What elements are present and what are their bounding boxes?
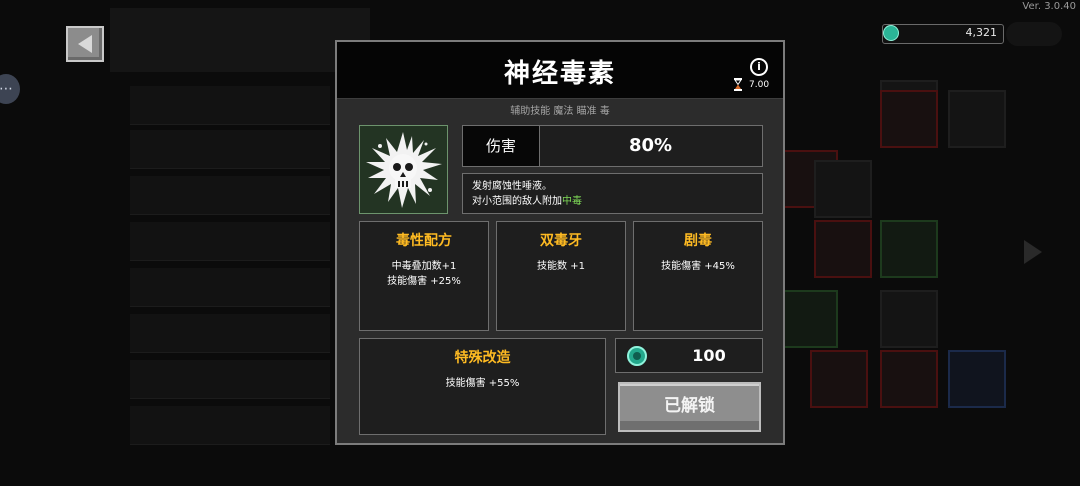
background-skill-grid xyxy=(780,80,1040,420)
background-tile xyxy=(948,350,1006,408)
gem-icon xyxy=(883,25,899,41)
skull-splash-icon xyxy=(366,132,442,208)
modal-header: 神经毒素 i 7.00 xyxy=(337,42,783,99)
background-tile xyxy=(810,350,868,408)
next-page-arrow-icon[interactable] xyxy=(1024,240,1042,264)
damage-label: 伤害 xyxy=(463,126,540,166)
upgrade-title: 特殊改造 xyxy=(454,350,511,366)
upgrade-title: 双毒牙 xyxy=(540,233,582,249)
background-row xyxy=(130,314,330,353)
upgrade-card-3[interactable]: 剧毒 技能傷害 +45% xyxy=(633,221,763,331)
background-tile xyxy=(948,90,1006,148)
hourglass-icon xyxy=(734,78,742,91)
background-row xyxy=(130,406,330,445)
currency-counter: 4,321 xyxy=(882,24,1004,44)
currency-amount: 4,321 xyxy=(965,26,998,39)
skill-title: 神经毒素 xyxy=(503,59,616,89)
info-icon[interactable]: i xyxy=(750,58,768,76)
unlock-cost: 100 xyxy=(615,338,763,373)
background-row xyxy=(130,360,330,399)
cost-value: 100 xyxy=(692,346,726,365)
damage-value: 80% xyxy=(628,135,673,156)
background-tile xyxy=(814,160,872,218)
background-tile xyxy=(814,220,872,278)
poison-keyword: 中毒 xyxy=(562,196,582,207)
cooldown-value: 7.00 xyxy=(749,80,770,90)
description-line-1: 发射腐蚀性唾液。 xyxy=(472,181,552,192)
description-line-2: 对小范围的敌人附加中毒 xyxy=(472,194,753,209)
upgrade-effect: 中毒叠加数+1 xyxy=(391,261,457,272)
background-tile xyxy=(780,290,838,348)
back-button[interactable] xyxy=(66,26,104,62)
skill-detail-modal: 神经毒素 i 7.00 辅助技能 魔法 瞄准 毒 伤害 80% 发射腐蚀性唾液。… xyxy=(335,40,785,445)
upgrade-effect: 技能傷害 +55% xyxy=(445,378,520,389)
skill-description: 发射腐蚀性唾液。 对小范围的敌人附加中毒 xyxy=(462,173,763,214)
currency-add-button[interactable] xyxy=(1006,22,1062,46)
background-row xyxy=(130,176,330,215)
version-label: Ver. 3.0.40 xyxy=(1022,1,1076,12)
upgrade-effect: 技能傷害 +25% xyxy=(387,276,461,287)
upgrade-card-1[interactable]: 毒性配方 中毒叠加数+1 技能傷害 +25% xyxy=(359,221,489,331)
background-row xyxy=(130,268,330,307)
back-arrow-icon xyxy=(78,35,92,53)
chat-icon[interactable]: ⋯ xyxy=(0,74,20,104)
upgrade-title: 毒性配方 xyxy=(396,233,452,249)
upgrade-title: 剧毒 xyxy=(684,233,712,249)
skill-tags: 辅助技能 魔法 瞄准 毒 xyxy=(510,106,610,117)
description-prefix: 对小范围的敌人附加 xyxy=(472,196,562,207)
background-tile xyxy=(880,350,938,408)
background-tile xyxy=(880,290,938,348)
gem-icon xyxy=(627,346,647,366)
upgrade-effect: 技能数 +1 xyxy=(537,261,585,272)
damage-stat: 伤害 80% xyxy=(462,125,763,167)
background-tile xyxy=(880,90,938,148)
background-row xyxy=(130,86,330,125)
upgrade-card-special[interactable]: 特殊改造 技能傷害 +55% xyxy=(359,338,606,435)
upgrade-card-2[interactable]: 双毒牙 技能数 +1 xyxy=(496,221,626,331)
background-header xyxy=(110,8,370,72)
upgrade-effect: 技能傷害 +45% xyxy=(661,261,735,272)
background-row xyxy=(130,222,330,261)
background-row xyxy=(130,130,330,169)
background-tile xyxy=(880,220,938,278)
unlocked-button[interactable]: 已解锁 xyxy=(618,382,761,432)
skill-icon-frame xyxy=(359,125,448,214)
